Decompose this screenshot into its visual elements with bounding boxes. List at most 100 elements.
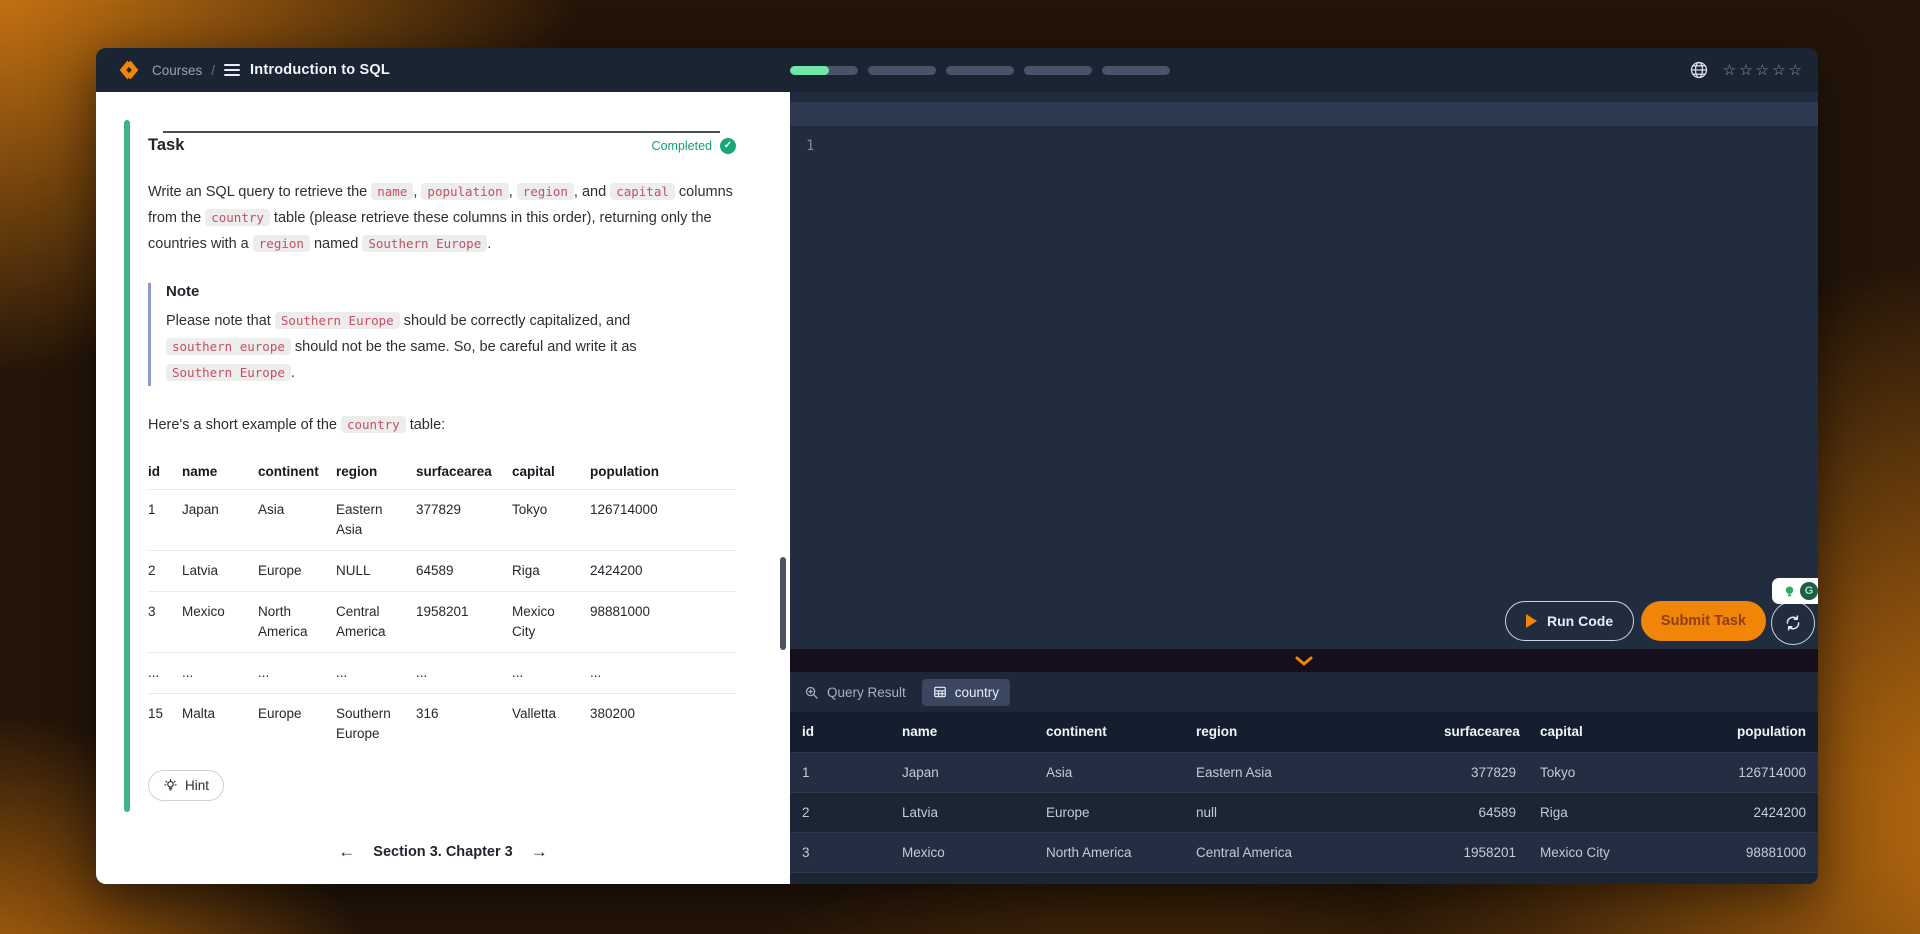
star-outline-icon[interactable]: ☆ bbox=[1772, 63, 1785, 78]
next-chapter-arrow-icon[interactable]: → bbox=[531, 842, 548, 862]
table-cell: ... bbox=[182, 653, 258, 694]
tab-query-result-label: Query Result bbox=[827, 685, 906, 700]
inline-code: region bbox=[517, 183, 574, 200]
table-cell: Valletta bbox=[512, 694, 590, 755]
extension-g-icon[interactable]: G bbox=[1800, 582, 1818, 600]
rating-stars: ☆☆☆☆☆ bbox=[1723, 63, 1802, 78]
tab-country-label: country bbox=[955, 685, 999, 700]
chapter-label: Section 3. Chapter 3 bbox=[373, 844, 512, 860]
table-cell: Latvia bbox=[182, 551, 258, 592]
star-outline-icon[interactable]: ☆ bbox=[1789, 63, 1802, 78]
table-row: 3MexicoNorth AmericaCentral America19582… bbox=[148, 592, 736, 653]
table-cell: 1958201 bbox=[1432, 832, 1528, 872]
column-header: region bbox=[1184, 712, 1432, 752]
table-cell: Riga bbox=[512, 551, 590, 592]
course-progress-bar bbox=[790, 66, 1170, 75]
table-cell: 2424200 bbox=[590, 551, 736, 592]
header-row: idnamecontinentregionsurfaceareacapitalp… bbox=[148, 458, 736, 490]
table-cell: Mexico bbox=[182, 592, 258, 653]
course-menu-icon[interactable] bbox=[224, 64, 240, 76]
browser-extension-overlay: G bbox=[1772, 578, 1818, 604]
table-cell: Latvia bbox=[890, 792, 1034, 832]
star-outline-icon[interactable]: ☆ bbox=[1723, 63, 1736, 78]
table-cell: 2424200 bbox=[1688, 792, 1818, 832]
chapter-navigation: ← Section 3. Chapter 3 → bbox=[96, 842, 790, 862]
table-cell: North America bbox=[1034, 832, 1184, 872]
table-cell: ... bbox=[258, 653, 336, 694]
table-cell: 1958201 bbox=[416, 592, 512, 653]
code-editor-panel[interactable]: 1 Run Code Submit Task bbox=[790, 92, 1818, 884]
table-cell: 316 bbox=[416, 694, 512, 755]
breadcrumb-courses[interactable]: Courses bbox=[152, 63, 202, 78]
text-run: . bbox=[487, 236, 491, 252]
lesson-progress-track bbox=[124, 120, 130, 812]
query-results-panel: Query Result country bbox=[790, 672, 1818, 884]
table-cell: NULL bbox=[336, 551, 416, 592]
tab-query-result[interactable]: Query Result bbox=[804, 685, 906, 700]
lightbulb-icon bbox=[163, 778, 178, 793]
editor-toolbar-strip bbox=[790, 102, 1818, 126]
table-cell: North America bbox=[258, 592, 336, 653]
note-callout: Note Please note that Southern Europe sh… bbox=[148, 283, 736, 386]
table-cell: Asia bbox=[1034, 752, 1184, 792]
column-header: capital bbox=[512, 458, 590, 490]
table-cell: Central America bbox=[336, 592, 416, 653]
column-header: continent bbox=[1034, 712, 1184, 752]
table-grid-icon bbox=[933, 685, 947, 699]
table-cell: 98881000 bbox=[1688, 832, 1818, 872]
table-cell: 1 bbox=[790, 752, 890, 792]
task-content: Task Completed ✓ Write an SQL query to r… bbox=[148, 136, 736, 801]
star-outline-icon[interactable]: ☆ bbox=[1756, 63, 1769, 78]
column-header: continent bbox=[258, 458, 336, 490]
table-cell: Eastern Asia bbox=[1184, 752, 1432, 792]
collapse-chevron-icon[interactable] bbox=[1295, 656, 1313, 666]
prev-chapter-arrow-icon[interactable]: ← bbox=[338, 842, 355, 862]
course-title: Introduction to SQL bbox=[250, 62, 390, 78]
column-header: name bbox=[182, 458, 258, 490]
magnifier-icon bbox=[804, 685, 819, 700]
completed-check-icon: ✓ bbox=[720, 138, 736, 154]
progress-segment bbox=[1102, 66, 1170, 75]
inline-code: Southern Europe bbox=[275, 312, 400, 329]
submit-task-button[interactable]: Submit Task bbox=[1641, 601, 1766, 641]
tab-country[interactable]: country bbox=[922, 679, 1010, 706]
run-code-label: Run Code bbox=[1547, 613, 1613, 629]
topbar-right-controls: ☆☆☆☆☆ bbox=[1689, 48, 1802, 92]
table-row: 1JapanAsiaEastern Asia377829Tokyo1267140… bbox=[148, 490, 736, 551]
table-row: 2LatviaEuropenull64589Riga2424200 bbox=[790, 792, 1818, 832]
table-cell: Eastern Asia bbox=[336, 490, 416, 551]
table-cell: null bbox=[1184, 792, 1432, 832]
table-cell: ... bbox=[416, 653, 512, 694]
star-outline-icon[interactable]: ☆ bbox=[1739, 63, 1752, 78]
globe-icon[interactable] bbox=[1689, 60, 1709, 80]
progress-segment bbox=[868, 66, 936, 75]
table-cell: 2 bbox=[148, 551, 182, 592]
table-cell: Europe bbox=[258, 694, 336, 755]
table-cell: 3 bbox=[790, 832, 890, 872]
table-cell: 1 bbox=[148, 490, 182, 551]
table-cell: Japan bbox=[890, 752, 1034, 792]
extension-lightbulb-icon[interactable] bbox=[1782, 584, 1797, 599]
table-cell: Tokyo bbox=[1528, 752, 1688, 792]
main-split: Task Completed ✓ Write an SQL query to r… bbox=[96, 92, 1818, 884]
editor-line-number: 1 bbox=[806, 138, 814, 154]
table-cell: ... bbox=[590, 653, 736, 694]
hint-button[interactable]: Hint bbox=[148, 770, 224, 801]
app-window: Courses / Introduction to SQL ☆☆☆☆☆ bbox=[96, 48, 1818, 884]
results-panel-divider bbox=[790, 649, 1818, 672]
column-header: id bbox=[790, 712, 890, 752]
inline-code: capital bbox=[610, 183, 675, 200]
progress-fill bbox=[790, 66, 829, 75]
app-logo-icon[interactable] bbox=[118, 59, 140, 81]
inline-code: region bbox=[253, 235, 310, 252]
desktop-background: Courses / Introduction to SQL ☆☆☆☆☆ bbox=[0, 0, 1920, 934]
table-cell: ... bbox=[336, 653, 416, 694]
text-run: Please note that bbox=[166, 313, 275, 329]
text-run: . bbox=[291, 365, 295, 381]
task-panel-scrollbar[interactable] bbox=[780, 557, 786, 650]
run-code-button[interactable]: Run Code bbox=[1505, 601, 1634, 641]
scrolled-content-edge bbox=[163, 131, 720, 133]
table-cell: 377829 bbox=[1432, 752, 1528, 792]
column-header: surfacearea bbox=[1432, 712, 1528, 752]
reset-code-button[interactable] bbox=[1771, 601, 1815, 645]
